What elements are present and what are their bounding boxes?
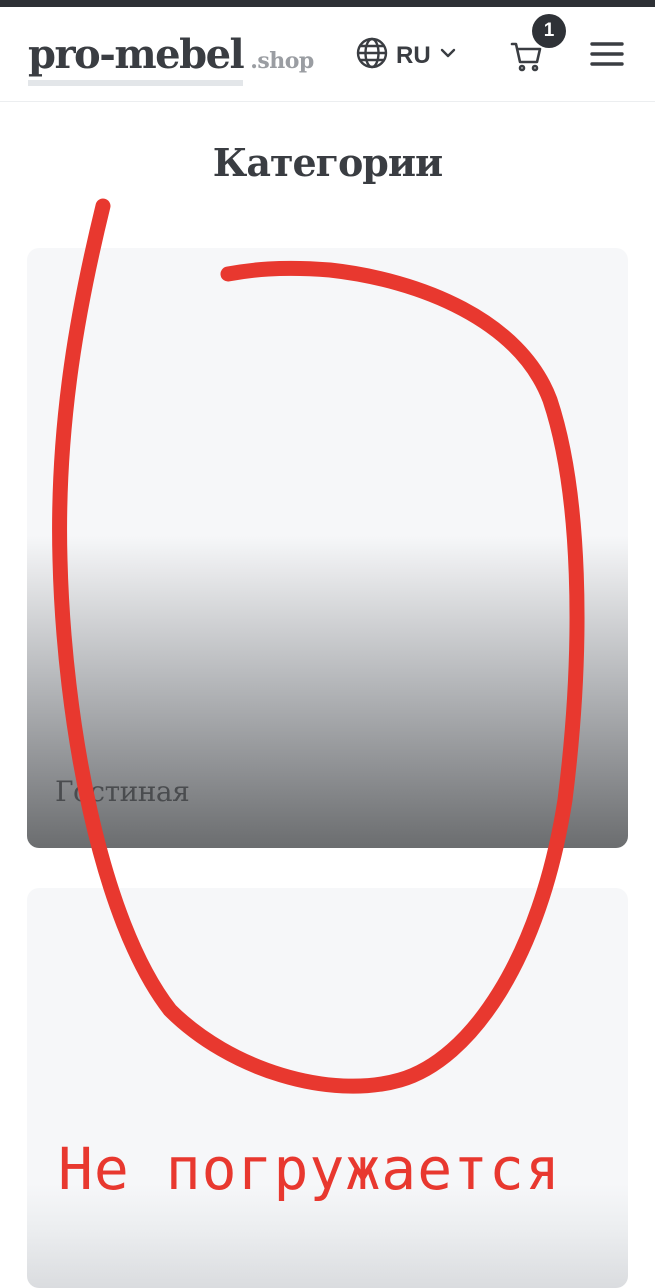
top-strip: [0, 0, 655, 7]
hamburger-menu-icon: [589, 42, 625, 73]
annotation-text: Не погружается: [58, 1135, 561, 1203]
language-code: RU: [396, 41, 431, 69]
section-title: Категории: [212, 140, 443, 185]
language-selector[interactable]: RU: [356, 37, 457, 74]
cart-count-badge: 1: [532, 14, 566, 48]
site-logo[interactable]: pro-mebel .shop: [28, 31, 314, 86]
category-card-living-room[interactable]: Гостиная: [27, 248, 628, 848]
category-label: Гостиная: [55, 775, 190, 808]
logo-sub-text: .shop: [250, 48, 314, 74]
menu-button[interactable]: [589, 39, 625, 69]
cart-icon: [506, 42, 546, 79]
chevron-down-icon: [439, 46, 457, 65]
site-header: pro-mebel .shop RU 1: [0, 7, 655, 102]
globe-icon: [356, 37, 388, 74]
category-card-loading[interactable]: [27, 888, 628, 1288]
logo-main-text: pro-mebel: [28, 31, 245, 86]
